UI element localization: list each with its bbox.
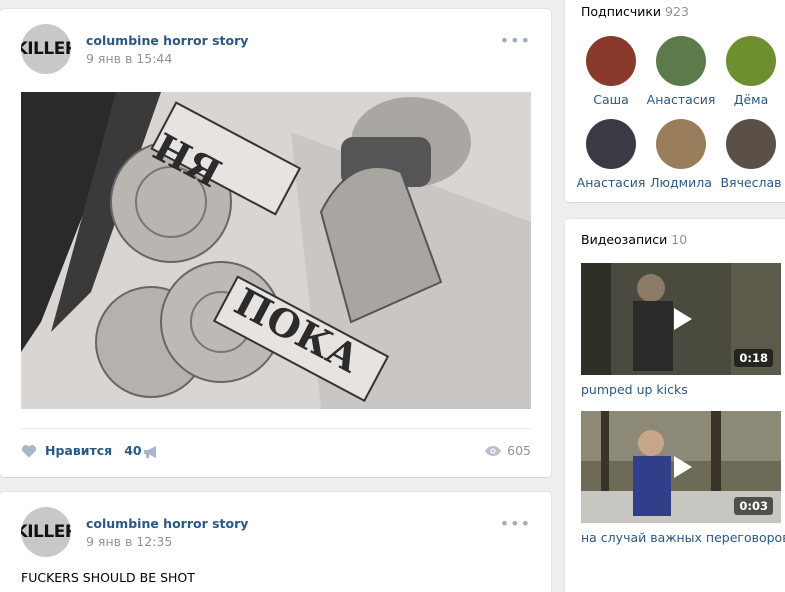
like-count: 40 [124,443,142,458]
post-image[interactable]: НЯ ПОКА [21,92,531,409]
video-thumbnail[interactable]: 0:18 [581,263,781,375]
views-count: 605 [507,443,531,458]
avatar-logo-text: KILLER [21,522,71,542]
subscriber-name: Вячеслав [720,175,782,190]
subscribers-count: 923 [665,4,689,19]
megaphone-icon[interactable] [143,445,159,459]
post-author-link[interactable]: columbine horror story [86,33,248,48]
video-title-link[interactable]: на случай важных переговоров [581,530,785,545]
heart-icon [21,444,37,457]
author-avatar[interactable]: KILLER [21,24,71,74]
subscriber-name: Дёма [733,92,769,107]
wall-post: KILLER columbine horror story 9 янв в 12… [0,492,551,592]
subscriber-item[interactable]: Дёма [712,36,785,107]
subscriber-name: Анастасия [646,92,716,107]
video-title-link[interactable]: pumped up kicks [581,382,688,397]
subscribers-block: Подписчики 923 Саша Анастасия Дёма Анаста… [565,0,785,202]
subscriber-avatar [586,36,636,86]
post-date[interactable]: 9 янв в 12:35 [86,534,172,549]
like-button[interactable]: Нравится 40 [21,443,142,458]
videos-block: Видеозаписи 10 0:18 pumped up kicks 0:03… [565,219,785,592]
subscriber-name: Анастасия [576,175,646,190]
videos-count: 10 [671,232,688,247]
avatar-logo-text: KILLER [21,39,71,59]
videos-title: Видеозаписи [581,232,668,247]
video-duration: 0:18 [734,349,773,367]
subscriber-avatar [726,119,776,169]
subscriber-name: Саша [593,92,629,107]
subscriber-avatar [726,36,776,86]
subscriber-avatar [656,119,706,169]
video-duration: 0:03 [734,497,773,515]
post-menu-button[interactable]: ••• [500,31,531,50]
subscriber-item[interactable]: Анастасия [572,119,650,190]
video-thumbnail[interactable]: 0:03 [581,411,781,523]
subscriber-item[interactable]: Людмила [642,119,720,190]
subscriber-name: Людмила [650,175,712,190]
videos-header[interactable]: Видеозаписи 10 [581,232,687,247]
play-icon [674,308,692,330]
wall-post: KILLER columbine horror story 9 янв в 15… [0,9,551,477]
subscribers-header[interactable]: Подписчики 923 [581,4,689,19]
like-label: Нравится [45,443,113,458]
eye-icon [485,445,502,456]
subscriber-avatar [586,119,636,169]
subscribers-title: Подписчики [581,4,662,19]
play-icon [674,456,692,478]
post-menu-button[interactable]: ••• [500,514,531,533]
author-avatar[interactable]: KILLER [21,507,71,557]
subscriber-item[interactable]: Саша [572,36,650,107]
tattoo-sketch-illustration: НЯ ПОКА [21,92,531,409]
post-date[interactable]: 9 янв в 15:44 [86,51,172,66]
post-text: FUCKERS SHOULD BE SHOT [21,570,195,585]
subscriber-avatar [656,36,706,86]
post-divider [21,428,531,429]
subscriber-item[interactable]: Анастасия [642,36,720,107]
views-counter: 605 [485,443,531,458]
subscriber-item[interactable]: Вячеслав [712,119,785,190]
post-author-link[interactable]: columbine horror story [86,516,248,531]
